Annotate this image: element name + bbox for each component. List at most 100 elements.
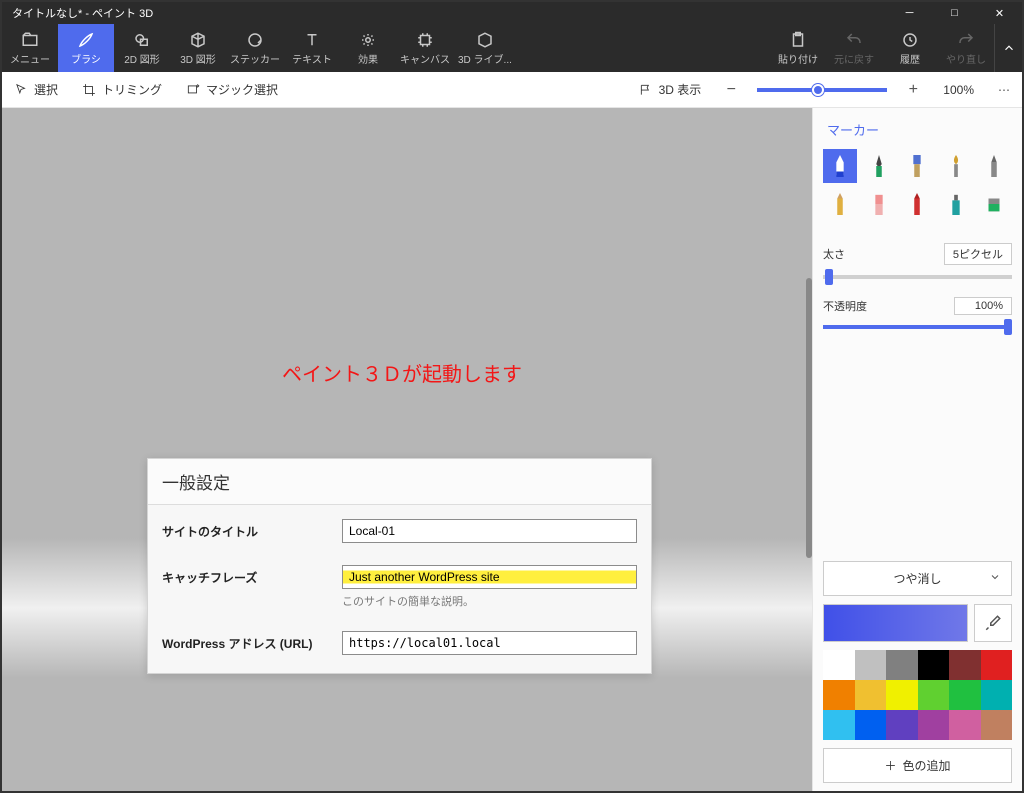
3d-shape-icon (189, 31, 207, 49)
history-icon (901, 31, 919, 49)
thickness-value[interactable]: 5ピクセル (944, 243, 1012, 265)
minimize-button[interactable]: ─ (887, 2, 932, 24)
color-swatch[interactable] (886, 710, 918, 740)
color-swatch[interactable] (918, 710, 950, 740)
fill-tool[interactable] (977, 187, 1011, 221)
more-button[interactable]: ⋯ (986, 83, 1022, 97)
undo-icon (845, 31, 863, 49)
cursor-icon (14, 83, 28, 97)
pixel-pen-tool[interactable] (977, 149, 1011, 183)
sticker-icon (246, 31, 264, 49)
marker-tool[interactable] (823, 149, 857, 183)
brush-tool-grid (823, 149, 1012, 221)
paste-button[interactable]: 貼り付け (770, 24, 826, 72)
history-button[interactable]: 履歴 (882, 24, 938, 72)
2d-shapes-tab[interactable]: 2D 図形 (114, 24, 170, 72)
color-swatch[interactable] (855, 680, 887, 710)
magic-select-tool[interactable]: マジック選択 (174, 72, 290, 107)
eyedropper-button[interactable] (974, 604, 1012, 642)
sub-toolbar: 選択 トリミング マジック選択 3D 表示 − + 100% ⋯ (2, 72, 1022, 108)
undo-button[interactable]: 元に戻す (826, 24, 882, 72)
opacity-slider[interactable] (823, 325, 1012, 329)
canvas-scrollbar[interactable] (806, 278, 812, 558)
ribbon: メニュー ブラシ 2D 図形 3D 図形 ステッカー テキスト 効果 キャンバ (2, 24, 1022, 72)
brush-sidebar: マーカー 太さ 5ピクセル 不透明度 100% (812, 108, 1022, 791)
flag-icon (639, 83, 653, 97)
color-palette (823, 650, 1012, 740)
color-swatch[interactable] (981, 650, 1013, 680)
color-swatch[interactable] (949, 710, 981, 740)
folder-icon (21, 31, 39, 49)
3d-view-toggle[interactable]: 3D 表示 (627, 72, 714, 107)
thickness-label: 太さ (823, 246, 845, 262)
canvas-tab[interactable]: キャンバス (396, 24, 454, 72)
opacity-label: 不透明度 (823, 298, 867, 314)
color-swatch[interactable] (949, 650, 981, 680)
collapse-ribbon-button[interactable] (994, 24, 1022, 72)
color-swatch[interactable] (823, 650, 855, 680)
maximize-button[interactable]: □ (932, 2, 977, 24)
current-color-preview[interactable] (823, 604, 968, 642)
site-title-input[interactable] (342, 519, 637, 543)
3d-library-icon (476, 31, 494, 49)
crop-icon (82, 83, 96, 97)
watercolor-tool[interactable] (939, 149, 973, 183)
redo-button[interactable]: やり直し (938, 24, 994, 72)
color-swatch[interactable] (981, 710, 1013, 740)
color-swatch[interactable] (918, 650, 950, 680)
redo-icon (957, 31, 975, 49)
eyedropper-icon (984, 614, 1002, 632)
zoom-slider[interactable] (757, 88, 887, 92)
crop-tool[interactable]: トリミング (70, 72, 174, 107)
magic-icon (186, 83, 200, 97)
menu-button[interactable]: メニュー (2, 24, 58, 72)
2d-shape-icon (133, 31, 151, 49)
thickness-slider[interactable] (823, 275, 1012, 279)
color-swatch[interactable] (823, 680, 855, 710)
eraser-tool[interactable] (862, 187, 896, 221)
wp-url-input[interactable] (342, 631, 637, 655)
zoom-in-button[interactable]: + (895, 81, 931, 99)
calligraphy-tool[interactable] (862, 149, 896, 183)
embedded-form: 一般設定 サイトのタイトル キャッチフレーズ このサイトの簡単な説明。 Word… (147, 458, 652, 674)
color-swatch[interactable] (981, 680, 1013, 710)
color-swatch[interactable] (823, 710, 855, 740)
color-swatch[interactable] (886, 650, 918, 680)
effects-icon (359, 31, 377, 49)
effects-tab[interactable]: 効果 (340, 24, 396, 72)
brush-icon (77, 31, 95, 49)
crayon-tool[interactable] (900, 187, 934, 221)
spray-tool[interactable] (939, 187, 973, 221)
text-tab[interactable]: テキスト (284, 24, 340, 72)
color-swatch[interactable] (855, 710, 887, 740)
paste-icon (789, 31, 807, 49)
oil-brush-tool[interactable] (900, 149, 934, 183)
sidebar-title: マーカー (823, 116, 1012, 149)
3d-shapes-tab[interactable]: 3D 図形 (170, 24, 226, 72)
color-swatch[interactable] (949, 680, 981, 710)
color-swatch[interactable] (855, 650, 887, 680)
sticker-tab[interactable]: ステッカー (226, 24, 284, 72)
pencil-tool[interactable] (823, 187, 857, 221)
form-row-tagline: キャッチフレーズ このサイトの簡単な説明。 (148, 551, 651, 617)
canvas-annotation-text: ペイント３Ｄが起動します (282, 358, 522, 387)
canvas-area[interactable]: ペイント３Ｄが起動します 一般設定 サイトのタイトル キャッチフレーズ このサイ… (2, 108, 812, 791)
opacity-value[interactable]: 100% (954, 297, 1012, 315)
color-swatch[interactable] (886, 680, 918, 710)
thickness-row: 太さ 5ピクセル (823, 243, 1012, 265)
zoom-percent[interactable]: 100% (931, 83, 986, 97)
tagline-input[interactable] (342, 565, 637, 589)
form-label: キャッチフレーズ (162, 565, 342, 586)
form-row-title: サイトのタイトル (148, 505, 651, 551)
zoom-out-button[interactable]: − (713, 81, 749, 99)
select-tool[interactable]: 選択 (2, 72, 70, 107)
text-icon (303, 31, 321, 49)
color-swatch[interactable] (918, 680, 950, 710)
material-finish-dropdown[interactable]: つや消し (823, 561, 1012, 596)
canvas-icon (416, 31, 434, 49)
3d-library-tab[interactable]: 3D ライブ... (454, 24, 516, 72)
brush-tab[interactable]: ブラシ (58, 24, 114, 72)
close-button[interactable]: ✕ (977, 2, 1022, 24)
add-color-button[interactable]: ＋ 色の追加 (823, 748, 1012, 783)
chevron-down-icon (989, 571, 1001, 586)
